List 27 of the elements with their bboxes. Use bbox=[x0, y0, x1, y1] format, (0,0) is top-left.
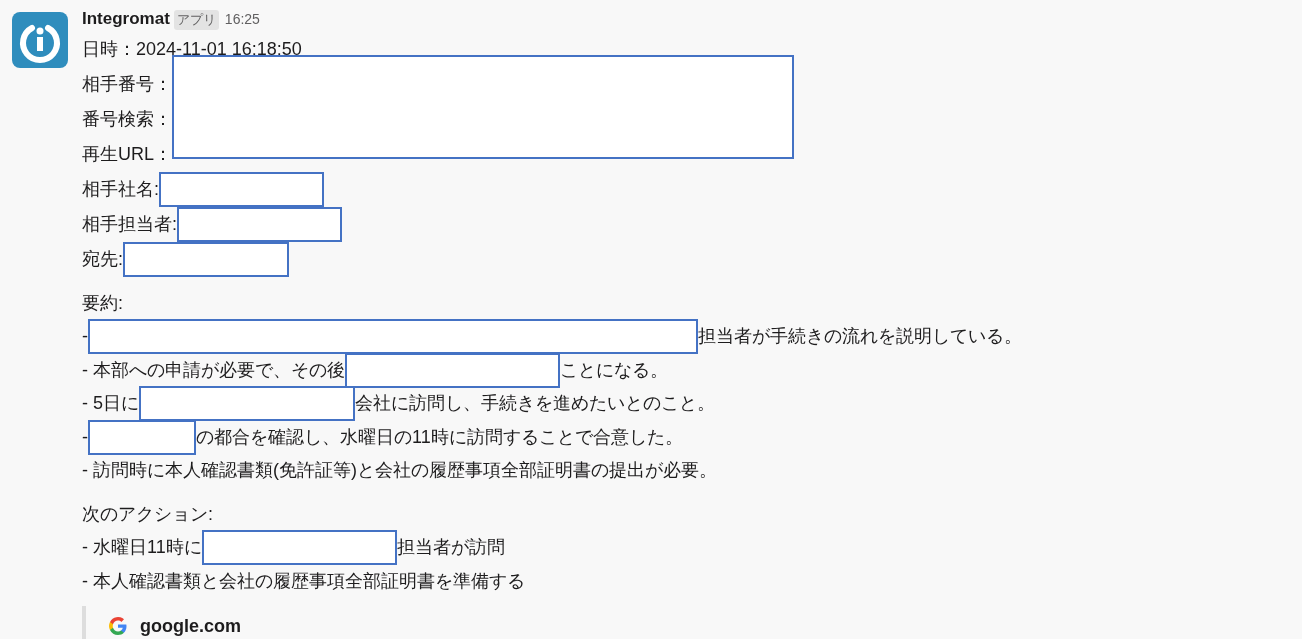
summary-text: - 訪問時に本人確認書類(免許証等)と会社の履歴事項全部証明書の提出が必要。 bbox=[82, 459, 717, 483]
summary-text: 会社に訪問し、手続きを進めたいとのこと。 bbox=[355, 392, 715, 416]
summary-text: - 本部への申請が必要で、その後 bbox=[82, 358, 345, 382]
google-g-icon bbox=[108, 616, 128, 636]
summary-text: - 5日に bbox=[82, 392, 139, 416]
timestamp[interactable]: 16:25 bbox=[224, 9, 260, 30]
field-label: 相手番号： bbox=[82, 72, 172, 96]
section-heading: 要約: bbox=[82, 291, 124, 315]
sender-name[interactable]: Integromat bbox=[82, 6, 170, 32]
app-label: アプリ bbox=[173, 10, 219, 30]
action-text: - 水曜日11時に bbox=[82, 536, 202, 560]
action-text: - 本人確認書類と会社の履歴事項全部証明書を準備する bbox=[82, 569, 525, 593]
field-text: 相手担当者: bbox=[82, 212, 177, 236]
summary-text: - bbox=[82, 425, 88, 449]
section-heading: 次のアクション: bbox=[82, 502, 214, 526]
field-text: 宛先: bbox=[82, 247, 123, 271]
summary-text: - bbox=[82, 325, 88, 349]
summary-text: 担当者が手続きの流れを説明している。 bbox=[698, 325, 1022, 349]
app-avatar-icon[interactable] bbox=[12, 12, 68, 68]
field-text: 相手社名: bbox=[82, 177, 159, 201]
summary-text: ことになる。 bbox=[560, 358, 668, 382]
action-text: 担当者が訪問 bbox=[396, 536, 505, 560]
summary-text: の都合を確認し、水曜日の11時に訪問することで合意した。 bbox=[196, 425, 683, 449]
field-label: 再生URL： bbox=[82, 142, 172, 166]
field-label: 番号検索： bbox=[82, 107, 172, 131]
link-site[interactable]: google.com bbox=[140, 612, 241, 639]
field-text: 日時：2024-11-01 16:18:50 bbox=[82, 37, 302, 61]
